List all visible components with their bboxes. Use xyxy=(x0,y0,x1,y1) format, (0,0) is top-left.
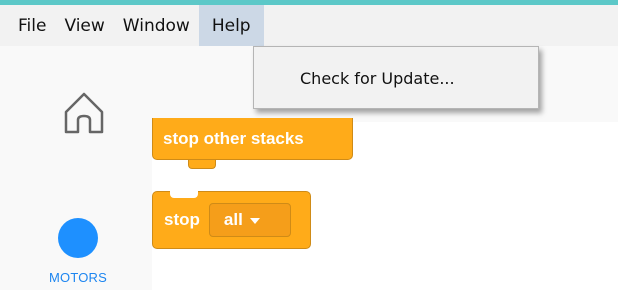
dropdown-caret-icon xyxy=(249,218,260,224)
menu-bar: File View Window Help xyxy=(0,5,618,46)
home-icon[interactable] xyxy=(60,88,108,136)
menu-view[interactable]: View xyxy=(55,5,113,46)
motors-category-icon[interactable] xyxy=(58,218,98,258)
dropdown-value: all xyxy=(223,210,243,229)
stop-other-stacks-block[interactable]: stop other stacks xyxy=(152,118,353,160)
help-dropdown-menu: Check for Update... xyxy=(253,46,539,109)
stop-option-dropdown[interactable]: all xyxy=(208,203,291,237)
block-label: stop other stacks xyxy=(163,128,304,148)
block-label: stop xyxy=(164,210,200,229)
motors-category-label[interactable]: MOTORS xyxy=(39,270,117,285)
check-for-update-item[interactable]: Check for Update... xyxy=(300,69,455,88)
menu-file[interactable]: File xyxy=(0,5,55,46)
block-notch xyxy=(170,190,198,198)
menu-help[interactable]: Help xyxy=(198,5,264,46)
block-notch xyxy=(188,160,216,169)
stop-block[interactable]: stop all xyxy=(152,191,311,249)
menu-window[interactable]: Window xyxy=(114,5,199,46)
